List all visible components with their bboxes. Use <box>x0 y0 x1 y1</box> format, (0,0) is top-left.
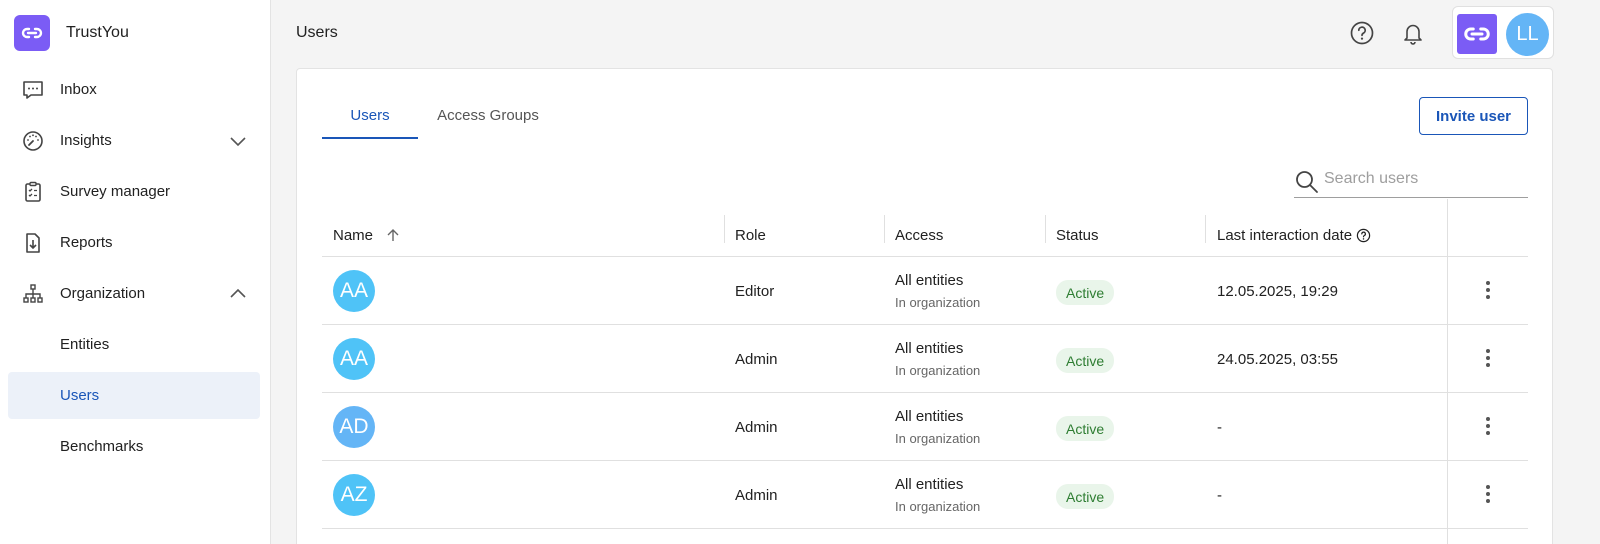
sidebar-item-label: Survey manager <box>60 183 171 200</box>
sidebar-item-reports[interactable]: Reports <box>8 219 260 266</box>
chat-bubble-icon <box>20 77 46 103</box>
sidebar-item-inbox[interactable]: Inbox <box>8 66 260 113</box>
status-badge: Active <box>1056 348 1115 373</box>
avatar[interactable]: AA <box>333 338 375 380</box>
account-menu[interactable]: LL <box>1452 6 1554 59</box>
last-interaction-cell: - <box>1217 419 1222 436</box>
sidebar-item-label: Reports <box>60 234 113 251</box>
org-tree-icon <box>20 281 46 307</box>
sidebar-item-organization[interactable]: Organization <box>8 270 260 317</box>
tab-access-groups[interactable]: Access Groups <box>423 107 553 139</box>
help-circle-icon[interactable] <box>1349 20 1375 46</box>
clipboard-icon <box>20 179 46 205</box>
column-header-status: Status <box>1056 215 1099 255</box>
access-cell: All entities <box>895 272 964 289</box>
sidebar-item-entities[interactable]: Entities <box>8 321 260 368</box>
access-scope: In organization <box>895 431 981 446</box>
file-download-icon <box>20 230 46 256</box>
tab-users[interactable]: Users <box>322 107 418 139</box>
bell-icon[interactable] <box>1400 20 1426 46</box>
access-cell: All entities <box>895 340 964 357</box>
sidebar-item-label: Organization <box>60 285 146 302</box>
page-title: Users <box>296 24 338 41</box>
more-vertical-icon[interactable] <box>1477 345 1499 371</box>
last-interaction-cell: - <box>1217 487 1222 504</box>
table-row[interactable]: AZ Admin All entities In organization Ac… <box>322 461 1528 529</box>
sidebar-item-label: Benchmarks <box>60 438 144 455</box>
table-row[interactable]: AD Admin All entities In organization Ac… <box>322 393 1528 461</box>
column-header-label: Role <box>735 226 766 244</box>
last-interaction-cell: 12.05.2025, 19:29 <box>1217 283 1338 300</box>
column-header-label: Last interaction date <box>1217 226 1353 244</box>
sidebar-item-label: Entities <box>60 336 110 353</box>
table-row[interactable]: AA Editor All entities In organization A… <box>322 257 1528 325</box>
avatar[interactable]: AZ <box>333 474 375 516</box>
avatar[interactable]: AA <box>333 270 375 312</box>
column-divider <box>1205 215 1206 243</box>
sidebar-item-users[interactable]: Users <box>8 372 260 419</box>
search-icon <box>1294 169 1320 195</box>
avatar[interactable]: AD <box>333 406 375 448</box>
sidebar-item-benchmarks[interactable]: Benchmarks <box>8 423 260 470</box>
sidebar-item-insights[interactable]: Insights <box>8 117 260 164</box>
brand-name: TrustYou <box>66 24 129 41</box>
search-field[interactable] <box>1294 165 1528 198</box>
sidebar: TrustYou Inbox Insights Survey manager R… <box>0 0 271 544</box>
column-header-label: Name <box>333 226 374 244</box>
chevron-up-icon[interactable] <box>228 284 248 304</box>
sidebar-item-label: Inbox <box>60 81 97 98</box>
sidebar-item-label: Insights <box>60 132 112 149</box>
help-circle-icon[interactable] <box>1356 228 1371 243</box>
chevron-down-icon[interactable] <box>228 131 248 151</box>
link-icon <box>1457 14 1497 54</box>
arrow-up-icon[interactable] <box>385 227 401 243</box>
access-cell: All entities <box>895 408 964 425</box>
brand[interactable]: TrustYou <box>14 15 129 51</box>
column-header-label: Status <box>1056 226 1099 244</box>
users-card: Users Access Groups Invite user Name Rol… <box>296 68 1553 544</box>
column-divider <box>884 215 885 243</box>
column-divider <box>724 215 725 243</box>
more-vertical-icon[interactable] <box>1477 277 1499 303</box>
invite-user-button[interactable]: Invite user <box>1419 97 1528 135</box>
sidebar-item-survey-manager[interactable]: Survey manager <box>8 168 260 215</box>
status-badge: Active <box>1056 280 1115 305</box>
avatar[interactable]: LL <box>1506 13 1549 56</box>
access-scope: In organization <box>895 499 981 514</box>
brand-logo-icon <box>14 15 50 51</box>
column-divider <box>1045 215 1046 243</box>
tab-label: Users <box>350 107 390 124</box>
status-badge: Active <box>1056 484 1115 509</box>
role-cell: Admin <box>735 419 778 436</box>
last-interaction-cell: 24.05.2025, 03:55 <box>1217 351 1338 368</box>
role-cell: Admin <box>735 487 778 504</box>
more-vertical-icon[interactable] <box>1477 481 1499 507</box>
search-input[interactable] <box>1324 167 1524 191</box>
sidebar-item-label: Users <box>60 387 100 404</box>
role-cell: Editor <box>735 283 775 300</box>
access-cell: All entities <box>895 476 964 493</box>
column-header-label: Access <box>895 226 944 244</box>
access-scope: In organization <box>895 363 981 378</box>
column-header-role: Role <box>735 215 766 255</box>
tab-label: Access Groups <box>437 107 539 124</box>
column-header-name[interactable]: Name <box>333 215 401 255</box>
column-header-access: Access <box>895 215 943 255</box>
status-badge: Active <box>1056 416 1115 441</box>
gauge-icon <box>20 128 46 154</box>
role-cell: Admin <box>735 351 778 368</box>
more-vertical-icon[interactable] <box>1477 413 1499 439</box>
access-scope: In organization <box>895 295 981 310</box>
column-header-last-interaction: Last interaction date <box>1217 215 1371 255</box>
table-row[interactable]: AA Admin All entities In organization Ac… <box>322 325 1528 393</box>
